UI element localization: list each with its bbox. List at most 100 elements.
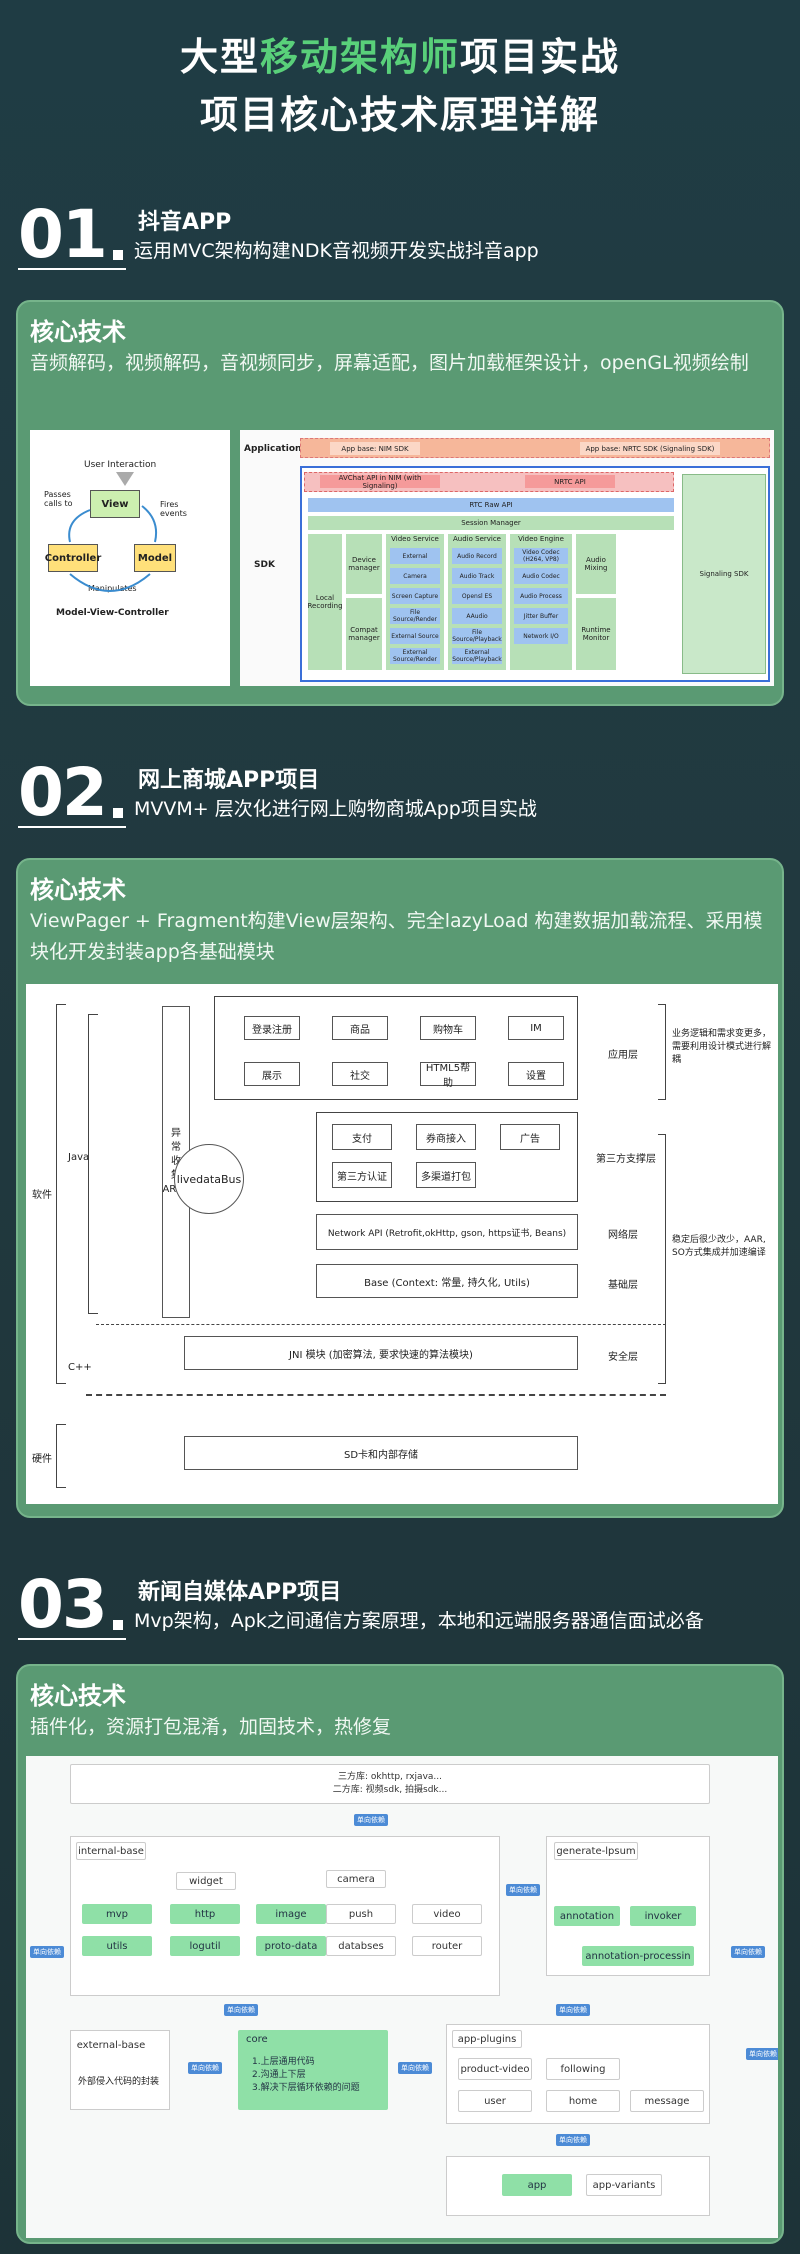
header-line-1: 大型移动架构师项目实战: [0, 28, 800, 86]
app-module-box: 展示: [244, 1062, 300, 1086]
dep-tag: 单向依赖: [398, 2062, 432, 2074]
section-rule: [18, 826, 126, 828]
dep-tag: 单向依赖: [188, 2062, 222, 2074]
app-module-box: HTML5帮助: [420, 1062, 476, 1089]
card-label: 核心技术: [30, 1682, 126, 1710]
livedata-bus: livedataBus: [174, 1144, 244, 1214]
internal-base-module: logutil: [170, 1936, 240, 1956]
sdk-app-nim: App base: NIM SDK: [330, 442, 420, 455]
sdk-sub-item: Opensl ES: [452, 588, 502, 604]
internal-base-module: video: [412, 1904, 482, 1924]
hardware-bracket: [56, 1424, 66, 1488]
mvc-caption: Model-View-Controller: [56, 608, 169, 618]
header-line-2: 项目核心技术原理详解: [199, 93, 600, 137]
sdk-sub-item: AAudio: [452, 608, 502, 624]
plugin-module: product-video: [458, 2058, 532, 2080]
section-subtitle: MVVM+ 层次化进行网上购物商城App项目实战: [134, 798, 537, 820]
internal-base-module: http: [170, 1904, 240, 1924]
dep-tag: 单向依赖: [731, 1946, 765, 1958]
sdk-sub-item: External Source/Playback: [452, 648, 502, 664]
news-architecture-diagram: 三方库: okhttp, rxjava... 二方库: 视频sdk, 拍摄sdk…: [26, 1756, 778, 2238]
camera-box: camera: [326, 1870, 386, 1888]
sdk-sub-item: Audio Record: [452, 548, 502, 564]
sdk-sub-item: File Source/Render: [390, 608, 440, 624]
app-module-box: 购物车: [420, 1016, 476, 1040]
sdk-compat-mgr: Compat manager: [346, 598, 382, 670]
plugin-module: following: [546, 2058, 620, 2080]
internal-base-module: proto-data: [256, 1936, 326, 1956]
mvc-diagram: User Interaction View Controller Model P…: [30, 430, 230, 686]
jni-box: JNI 模块 (加密算法, 要求快速的算法模块): [184, 1336, 578, 1370]
dep-tag: 单向依赖: [556, 2134, 590, 2146]
generate-module: invoker: [630, 1906, 696, 1926]
generate-module: annotation: [554, 1906, 620, 1926]
app-module-box: 社交: [332, 1062, 388, 1086]
external-base-label: external-base: [76, 2036, 146, 2054]
card-desc: 音频解码，视频解码，音视频同步，屏幕适配，图片加载框架设计，openGL视频绘制: [30, 352, 749, 374]
third-module-box: 支付: [332, 1124, 392, 1150]
header-pre: 大型: [179, 35, 260, 79]
section-dot: [113, 808, 123, 818]
sdk-sub-item: Audio Process: [514, 588, 568, 604]
internal-base-module: utils: [82, 1936, 152, 1956]
section-dot: [113, 1620, 123, 1630]
sdk-rtc-raw: RTC Raw API: [308, 498, 674, 512]
sdk-sub-item: Camera: [390, 568, 440, 584]
sd-storage-box: SD卡和内部存储: [184, 1436, 578, 1470]
layer-sec-label: 安全层: [608, 1352, 638, 1363]
sdk-sub-item: File Source/Playback: [452, 628, 502, 644]
cpp-label: C++: [68, 1362, 92, 1373]
sdk-diagram: Application App base: NIM SDK App base: …: [240, 430, 774, 686]
card-02: 核心技术 ViewPager + Fragment构建View层架构、完全laz…: [16, 858, 784, 1518]
sdk-session: Session Manager: [308, 516, 674, 530]
internal-base-module: mvp: [82, 1904, 152, 1924]
layer-third-label: 第三方支撑层: [596, 1154, 656, 1165]
dep-tag: 单向依赖: [556, 2004, 590, 2016]
section-rule: [18, 1638, 126, 1640]
sdk-video-engine-label: Video Engine: [518, 535, 564, 543]
third-module-box: 券商接入: [416, 1124, 476, 1150]
header-post: 项目实战: [460, 35, 621, 79]
plugin-module: home: [546, 2090, 620, 2112]
external-desc: 外部侵入代码的封装: [78, 2077, 160, 2087]
software-bracket: [56, 1004, 66, 1384]
sdk-application-label: Application: [244, 444, 302, 454]
sdk-sub-item: Video Codec (H264, VP8): [514, 548, 568, 564]
sdk-avchat: AVChat API in NIM (with Signaling): [320, 474, 440, 490]
sdk-app-nrtc: App base: NRTC SDK (Signaling SDK): [580, 442, 720, 455]
section-number: 01: [18, 196, 108, 273]
layer-app-label: 应用层: [608, 1050, 638, 1061]
sdk-sub-item: Audio Track: [452, 568, 502, 584]
layer-net-label: 网络层: [608, 1230, 638, 1241]
dep-tag: 单向依赖: [506, 1884, 540, 1896]
sdk-audio-mixing: Audio Mixing: [576, 534, 616, 594]
layer-base-label: 基础层: [608, 1280, 638, 1291]
sdk-sub-item: Audio Codec: [514, 568, 568, 584]
sdk-nrtc-api: NRTC API: [525, 475, 615, 488]
internal-base-module: databses: [326, 1936, 396, 1956]
sdk-sub-item: Network I/O: [514, 628, 568, 644]
mall-architecture-diagram: 软件 Java C++ 硬件 异 常 收 集 ARCA livedataBus …: [26, 984, 778, 1504]
plugin-module: user: [458, 2090, 532, 2112]
card-03: 核心技术 插件化，资源打包混淆，加固技术，热修复 三方库: okhttp, rx…: [16, 1664, 784, 2244]
note2: 稳定后很少改少，AAR, SO方式集成并加速编译: [672, 1235, 766, 1258]
internal-base-module: push: [326, 1904, 396, 1924]
card-desc: ViewPager + Fragment构建View层架构、完全lazyLoad…: [30, 910, 763, 963]
third-module-box: 第三方认证: [332, 1162, 392, 1188]
app-module-box: IM: [508, 1016, 564, 1040]
section-number: 02: [18, 754, 108, 831]
note1-bracket: [658, 1004, 666, 1100]
section-title: 网上商城APP项目: [138, 768, 320, 793]
sdk-sub-item: External Source: [390, 628, 440, 644]
internal-base-module: image: [256, 1904, 326, 1924]
core-items: 1.上层通用代码 2.沟通上下层 3.解决下层循环依赖的问题: [252, 2057, 360, 2093]
note2-bracket: [658, 1134, 666, 1384]
plugin-module: message: [630, 2090, 704, 2112]
section-subtitle: 运用MVC架构构建NDK音视频开发实战抖音app: [134, 240, 539, 262]
sdk-video-service-label: Video Service: [391, 535, 439, 543]
internal-base-label: internal-base: [76, 1842, 146, 1860]
widget-box: widget: [176, 1872, 236, 1890]
app-box: app: [502, 2174, 572, 2196]
core-box: core 1.上层通用代码 2.沟通上下层 3.解决下层循环依赖的问题: [238, 2030, 388, 2110]
annotation-processin-box: annotation-processin: [582, 1946, 694, 1966]
